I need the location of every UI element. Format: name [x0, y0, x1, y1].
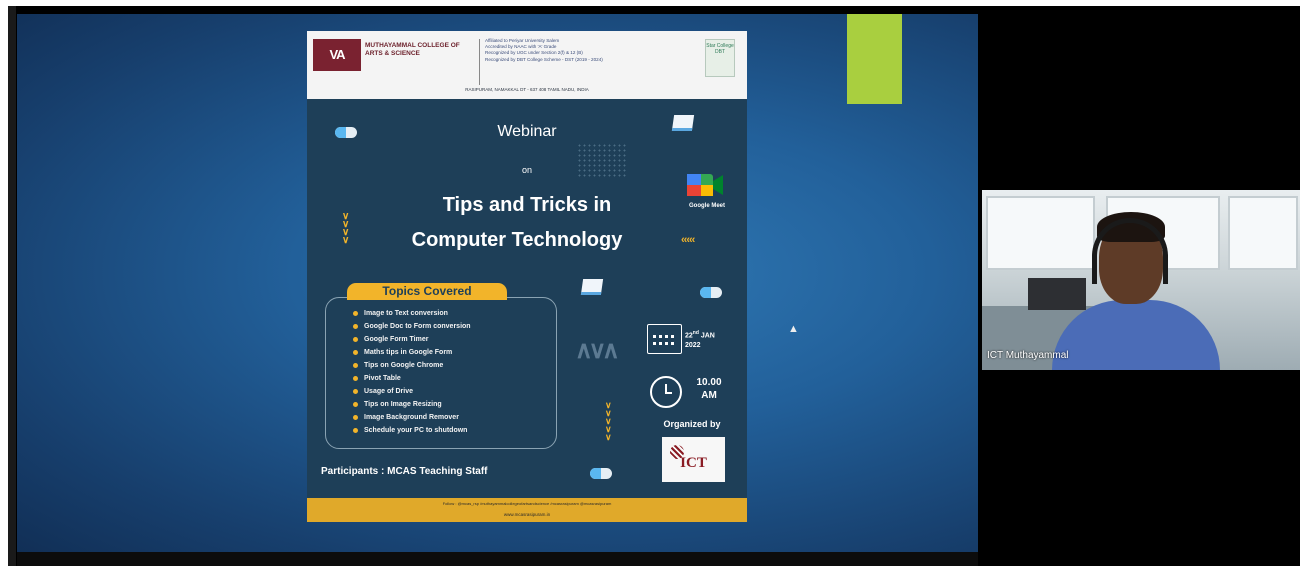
clock-icon [650, 376, 682, 408]
bottom-bar [17, 552, 978, 566]
college-address: RASIPURAM, NAMAKKAL DT - 637 408 TAMIL N… [465, 87, 589, 92]
organized-by-label: Organized by [663, 419, 721, 429]
poster-header: VA MUTHAYAMMAL COLLEGE OF ARTS & SCIENCE… [307, 31, 747, 99]
header-divider [479, 39, 480, 85]
left-edge [8, 6, 16, 566]
shared-screen: ▲ VA MUTHAYAMMAL COLLEGE OF ARTS & SCIEN… [17, 14, 978, 552]
topic-item: Tips on Image Resizing [353, 401, 442, 408]
topic-item: Image to Text conversion [353, 310, 448, 317]
topic-item: Tips on Google Chrome [353, 362, 443, 369]
google-meet-icon [687, 174, 723, 196]
affiliation-lines: Affiliated to Periyar University Salem A… [485, 38, 695, 63]
poster-title-line2: Computer Technology [411, 229, 623, 251]
footer-social-links: Follow : @mcas_rsp /muthayammalcollegeof… [442, 501, 612, 506]
poster-footer: Follow : @mcas_rsp /muthayammalcollegeof… [307, 498, 747, 522]
affiliation-line: Recognized by DBT College Scheme - DST (… [485, 56, 603, 62]
chevron-left-decoration-icon: ‹‹‹‹‹ [681, 234, 695, 246]
mouse-cursor-icon: ▲ [788, 323, 799, 335]
toggle-decoration-icon [590, 468, 612, 479]
toggle-decoration-icon [700, 287, 722, 298]
topic-item: Maths tips in Google Form [353, 349, 452, 356]
topic-item: Image Background Remover [353, 414, 459, 421]
participant-name: ICT Muthayammal [987, 350, 1069, 361]
book-icon [580, 279, 604, 295]
office-window [1228, 196, 1298, 270]
mcas-watermark-icon: ∧∨∧ [575, 337, 620, 364]
topic-item: Pivot Table [353, 375, 401, 382]
google-meet-label: Google Meet [688, 203, 725, 209]
college-name: MUTHAYAMMAL COLLEGE OF ARTS & SCIENCE [365, 42, 460, 57]
footer-website: www.mcasrasipuram.in [503, 512, 551, 517]
topics-heading: Topics Covered [347, 283, 507, 300]
chevron-down-decoration-icon: ∨ ∨ ∨ ∨ [342, 211, 350, 246]
green-block [847, 14, 902, 104]
ict-logo: ICT [662, 437, 725, 482]
topic-item: Schedule your PC to shutdown [353, 427, 467, 434]
webinar-poster: VA MUTHAYAMMAL COLLEGE OF ARTS & SCIENCE… [307, 31, 747, 522]
calendar-icon [647, 324, 682, 354]
webinar-heading: Webinar [497, 123, 557, 140]
event-date: 22nd JAN 2022 [685, 330, 715, 350]
college-logo: VA [313, 39, 361, 71]
headset-icon [1092, 218, 1168, 284]
office-window [986, 196, 1095, 270]
topic-item: Google Form Timer [353, 336, 428, 343]
topic-item: Usage of Drive [353, 388, 413, 395]
star-college-badge: Star College DBT [705, 39, 735, 77]
office-cabinet [1028, 278, 1086, 310]
participant-video-tile[interactable]: ICT Muthayammal [982, 190, 1300, 370]
on-text: on [521, 165, 532, 175]
participants-text: Participants : MCAS Teaching Staff [321, 466, 488, 477]
event-time: 10.00 AM [696, 377, 722, 401]
chevron-down-decoration-icon: ∨ ∨ ∨ ∨ ∨ [605, 400, 612, 442]
topic-item: Google Doc to Form conversion [353, 323, 471, 330]
